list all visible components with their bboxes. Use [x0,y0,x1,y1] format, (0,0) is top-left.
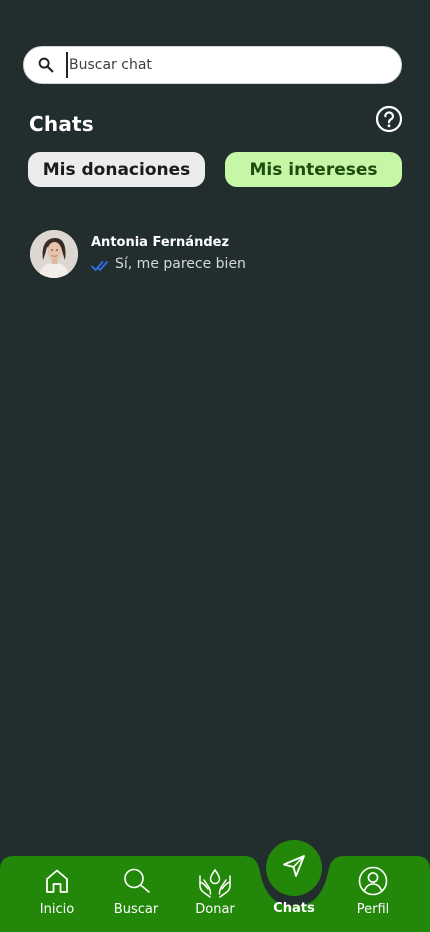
nav-item-buscar[interactable]: Buscar [101,866,171,926]
nav-item-inicio[interactable]: Inicio [22,866,92,926]
help-icon[interactable] [375,105,403,133]
nav-label: Perfil [356,902,390,917]
nav-label: Chats [273,901,315,916]
nav-item-donar[interactable]: Donar [180,866,250,926]
tab-mis-intereses[interactable]: Mis intereses [225,152,402,187]
nav-item-chats[interactable] [266,840,322,896]
paper-plane-icon [281,853,307,883]
profile-icon [358,866,388,896]
nav-item-perfil[interactable]: Perfil [338,866,408,926]
home-icon [42,866,72,896]
tab-label: Mis donaciones [42,159,191,180]
search-icon [36,55,56,75]
nav-label: Donar [195,902,235,917]
page-title: Chats [29,112,94,136]
nav-label: Buscar [113,902,159,917]
avatar [30,230,78,278]
tab-label: Mis intereses [249,159,378,180]
chat-last-message: Sí, me parece bien [115,256,246,272]
search-input[interactable] [66,52,366,78]
chat-contact-name: Antonia Fernández [91,235,230,250]
donate-hands-icon [199,866,231,898]
tab-mis-donaciones[interactable]: Mis donaciones [28,152,205,187]
nav-item-chats-label[interactable]: Chats [259,895,329,932]
search-bar[interactable] [23,46,402,84]
search-icon [121,866,151,896]
chat-list-item[interactable]: Antonia Fernández Sí, me parece bien [30,230,400,278]
nav-label: Inicio [39,902,75,917]
double-check-icon [91,258,111,271]
